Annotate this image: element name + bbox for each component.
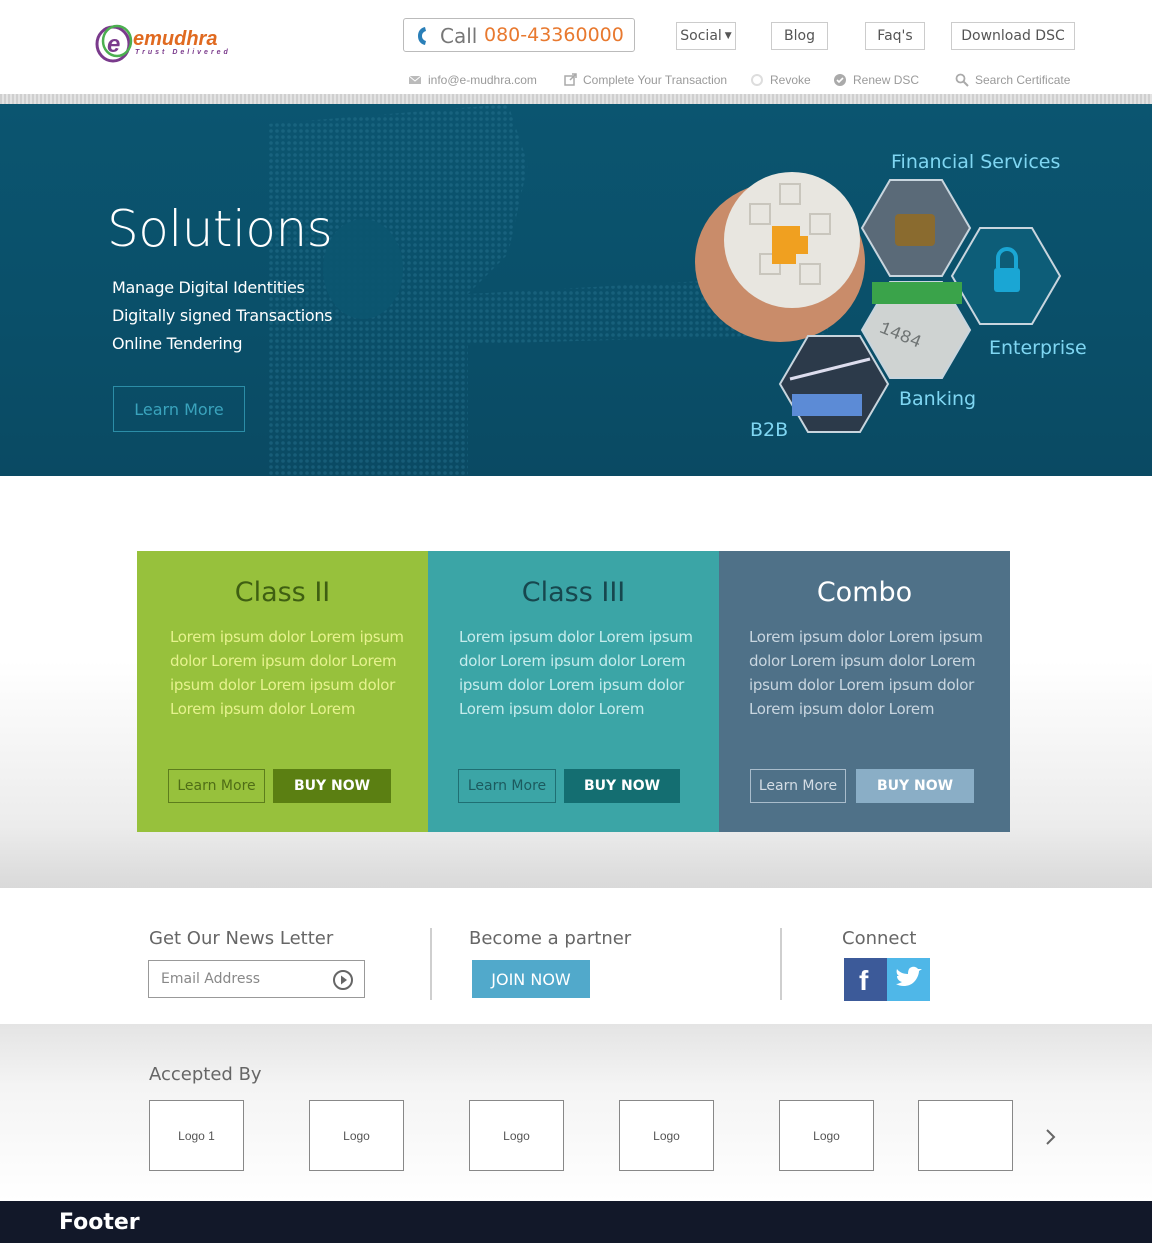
email-placeholder: Email Address	[161, 971, 261, 987]
accepted-by-section: Accepted By Logo 1 Logo Logo Logo Logo	[0, 1024, 1152, 1201]
submit-arrow-icon[interactable]	[332, 969, 354, 991]
complete-transaction-text: Complete Your Transaction	[583, 73, 728, 87]
hero-feature-item: Digitally signed Transactions	[112, 306, 333, 325]
emudhra-logo[interactable]: e emudhra Trust Delivered	[95, 22, 235, 66]
newsletter-title: Get Our News Letter	[149, 928, 334, 949]
join-now-button[interactable]: JOIN NOW	[472, 960, 590, 998]
partner-logo[interactable]: Logo	[309, 1100, 404, 1171]
mail-icon	[408, 75, 422, 84]
logo-tagline: Trust Delivered	[135, 49, 231, 56]
plan-description: Lorem ipsum dolor Lorem ipsum dolor Lore…	[749, 628, 983, 718]
partner-title: Become a partner	[469, 928, 632, 949]
section-divider	[430, 928, 432, 1000]
facebook-button[interactable]: f	[844, 958, 887, 1001]
plan-description: Lorem ipsum dolor Lorem ipsum dolor Lore…	[459, 628, 693, 718]
email-link[interactable]: info@e-mudhra.com	[408, 73, 537, 87]
hero-feature-item: Online Tendering	[112, 334, 243, 353]
call-box[interactable]: Call 080-43360000	[403, 18, 635, 52]
chevron-down-icon: ▼	[724, 31, 732, 41]
hero-banner: Solutions Manage Digital Identities Digi…	[0, 104, 1152, 476]
partner-logo[interactable]: Logo 1	[149, 1100, 244, 1171]
call-number[interactable]: 080-43360000	[484, 24, 624, 46]
engagement-row: Get Our News Letter Email Address Become…	[0, 888, 1152, 1024]
download-dsc-link[interactable]: Download DSC	[951, 22, 1075, 50]
social-dropdown[interactable]: Social ▼	[676, 22, 736, 50]
svg-text:e: e	[107, 31, 120, 58]
social-label: Social	[680, 28, 722, 44]
hero-learn-more-button[interactable]: Learn More	[113, 386, 245, 432]
newsletter-email-field[interactable]: Email Address	[148, 960, 365, 998]
blog-link[interactable]: Blog	[771, 22, 828, 50]
plan-card-class-iii: Class III Lorem ipsum dolor Lorem ipsum …	[428, 551, 719, 832]
label-b2b: B2B	[750, 419, 789, 441]
solutions-hexagon-graphic: 1484	[695, 172, 1062, 433]
logo-mark-icon: e	[95, 24, 133, 63]
plan-card-class-ii: Class II Lorem ipsum dolor Lorem ipsum d…	[137, 551, 428, 832]
check-circle-icon	[834, 74, 846, 86]
chevron-right-icon[interactable]	[1042, 1127, 1060, 1147]
header-divider	[0, 94, 1152, 104]
site-header: e emudhra Trust Delivered Call 080-43360…	[0, 0, 1152, 96]
plan-description: Lorem ipsum dolor Lorem ipsum dolor Lore…	[170, 628, 404, 718]
accepted-by-title: Accepted By	[149, 1064, 262, 1085]
revoke-link[interactable]: Revoke	[750, 73, 811, 87]
search-certificate-link[interactable]: Search Certificate	[955, 73, 1070, 87]
site-footer: Footer	[0, 1201, 1152, 1243]
revoke-text: Revoke	[770, 73, 811, 87]
hero-feature-item: Manage Digital Identities	[112, 278, 305, 297]
buy-now-button[interactable]: BUY NOW	[856, 769, 974, 803]
learn-more-button[interactable]: Learn More	[750, 769, 846, 803]
twitter-button[interactable]	[887, 958, 930, 1001]
section-divider	[780, 928, 782, 1000]
learn-more-button[interactable]: Learn More	[168, 769, 265, 803]
twitter-icon	[896, 966, 922, 987]
plan-title: Class II	[234, 577, 331, 608]
partner-logo[interactable]	[918, 1100, 1013, 1171]
footer-label: Footer	[59, 1210, 140, 1235]
label-enterprise: Enterprise	[989, 337, 1087, 359]
label-banking: Banking	[899, 388, 977, 410]
phone-icon	[418, 27, 426, 45]
complete-transaction-link[interactable]: Complete Your Transaction	[563, 73, 727, 87]
learn-more-button[interactable]: Learn More	[458, 769, 556, 803]
buy-now-button[interactable]: BUY NOW	[564, 769, 680, 803]
label-financial-services: Financial Services	[891, 151, 1061, 173]
facebook-icon: f	[859, 965, 869, 996]
search-certificate-text: Search Certificate	[975, 73, 1071, 87]
renew-dsc-text: Renew DSC	[853, 73, 920, 87]
buy-now-button[interactable]: BUY NOW	[273, 769, 391, 803]
plan-title: Class III	[521, 577, 626, 608]
external-link-icon	[564, 73, 577, 86]
call-label: Call	[440, 24, 478, 48]
connect-title: Connect	[842, 928, 917, 949]
email-text: info@e-mudhra.com	[428, 73, 537, 87]
partner-logo[interactable]: Logo	[619, 1100, 714, 1171]
search-icon	[955, 73, 969, 87]
hero-feature-list: Manage Digital Identities Digitally sign…	[112, 274, 333, 358]
partner-logo[interactable]: Logo	[779, 1100, 874, 1171]
hero-title: Solutions	[107, 200, 333, 258]
plan-card-combo: Combo Lorem ipsum dolor Lorem ipsum dolo…	[719, 551, 1010, 832]
renew-dsc-link[interactable]: Renew DSC	[833, 73, 919, 87]
faq-link[interactable]: Faq's	[865, 22, 925, 50]
plan-title: Combo	[816, 577, 913, 608]
svg-text:f: f	[859, 965, 869, 996]
logo-wordmark: emudhra	[133, 28, 218, 50]
refresh-icon	[751, 74, 763, 86]
partner-logo[interactable]: Logo	[469, 1100, 564, 1171]
